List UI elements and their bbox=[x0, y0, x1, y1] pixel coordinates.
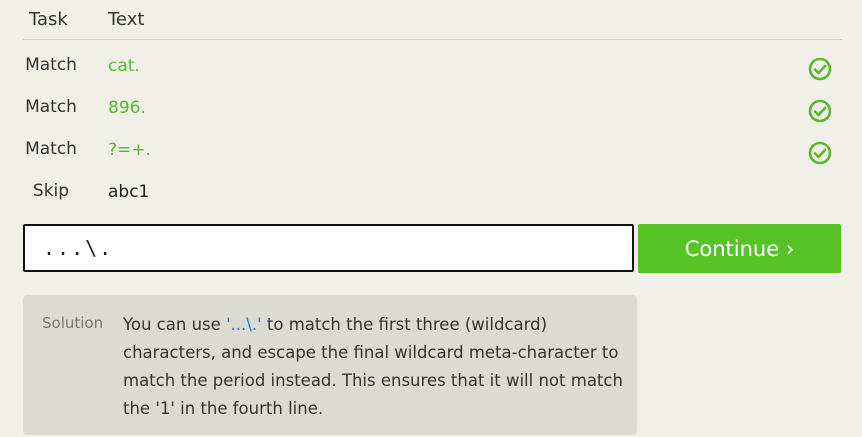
regex-exercise: Task Text Match cat. Match 896. Match ?=… bbox=[0, 0, 862, 437]
test-string: abc1 bbox=[108, 182, 150, 202]
check-icon bbox=[808, 141, 832, 165]
task-label: Match bbox=[25, 139, 77, 159]
solution-text: You can use '...\.' to match the first t… bbox=[123, 311, 623, 423]
solution-panel: Solution You can use '...\.' to match th… bbox=[23, 295, 637, 435]
table-row: Match 896. bbox=[23, 87, 842, 127]
table-header: Task Text bbox=[23, 0, 842, 40]
test-string: 896. bbox=[108, 98, 146, 118]
task-label: Match bbox=[25, 55, 77, 75]
check-icon bbox=[808, 99, 832, 123]
table-row: Match ?=+. bbox=[23, 129, 842, 169]
task-label: Match bbox=[25, 97, 77, 117]
test-string: cat. bbox=[108, 56, 140, 76]
test-string: ?=+. bbox=[108, 140, 151, 160]
regex-input-box bbox=[23, 224, 634, 272]
continue-button[interactable]: Continue › bbox=[638, 224, 841, 273]
table-row: Skip abc1 bbox=[23, 171, 842, 211]
task-column-header: Task bbox=[29, 9, 68, 30]
text-column-header: Text bbox=[108, 9, 145, 30]
check-icon bbox=[808, 57, 832, 81]
solution-text-start: You can use bbox=[123, 315, 227, 334]
solution-code: '...\.' bbox=[226, 315, 262, 334]
regex-input[interactable] bbox=[25, 226, 632, 270]
solution-label: Solution bbox=[42, 314, 104, 332]
table-row: Match cat. bbox=[23, 45, 842, 85]
task-label: Skip bbox=[32, 181, 70, 201]
